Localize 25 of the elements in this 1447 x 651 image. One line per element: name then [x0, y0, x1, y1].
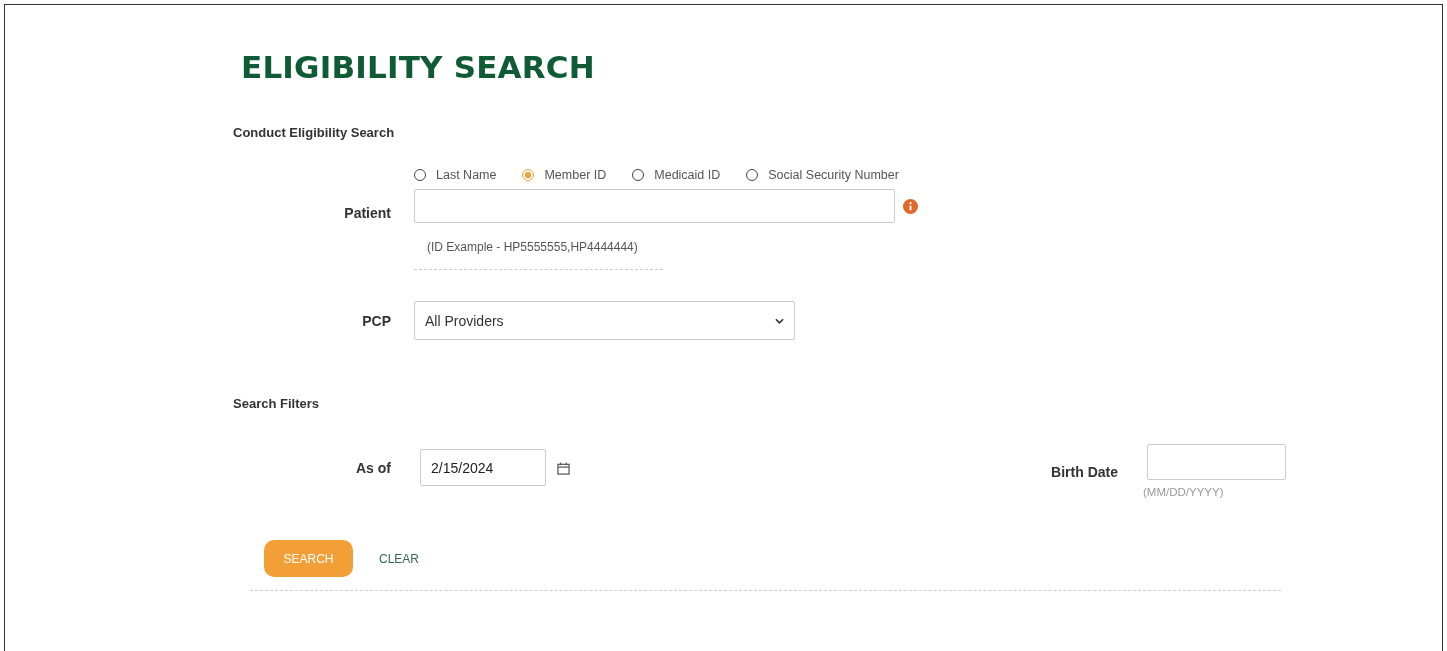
page-title: ELIGIBILITY SEARCH	[241, 49, 595, 85]
radio-button[interactable]	[746, 169, 759, 181]
field-label: Patient	[343, 204, 391, 221]
radio-option[interactable]: Social Security Number	[746, 168, 899, 182]
clear-link[interactable]: CLEAR	[379, 551, 419, 566]
birth-date-field[interactable]	[1147, 444, 1286, 480]
radio-button[interactable]	[414, 169, 426, 181]
id-example-hint: (ID Example - HP5555555,HP4444444)	[427, 240, 639, 254]
date-format-hint: (MM/DD/YYYY)	[1143, 486, 1225, 498]
radio-button[interactable]	[632, 169, 645, 181]
field-label: As of	[355, 459, 391, 476]
pcp-select[interactable]: All Providers	[414, 301, 795, 340]
section-heading: Search Filters	[233, 396, 319, 411]
patient-id-field[interactable]	[414, 189, 895, 223]
calendar-icon[interactable]	[557, 462, 570, 475]
chevron-down-icon	[775, 317, 784, 324]
field-label: Birth Date	[1050, 463, 1118, 480]
section-heading: Conduct Eligibility Search	[233, 125, 395, 140]
radio-option[interactable]: Medicaid ID	[632, 168, 721, 182]
as-of-date-field[interactable]: 2/15/2024	[420, 449, 546, 486]
radio-option[interactable]: Member ID	[522, 168, 607, 182]
info-icon	[903, 198, 918, 214]
radio-option[interactable]: Last Name	[414, 168, 497, 182]
field-label: PCP	[361, 312, 391, 329]
radio-button[interactable]	[522, 169, 535, 181]
